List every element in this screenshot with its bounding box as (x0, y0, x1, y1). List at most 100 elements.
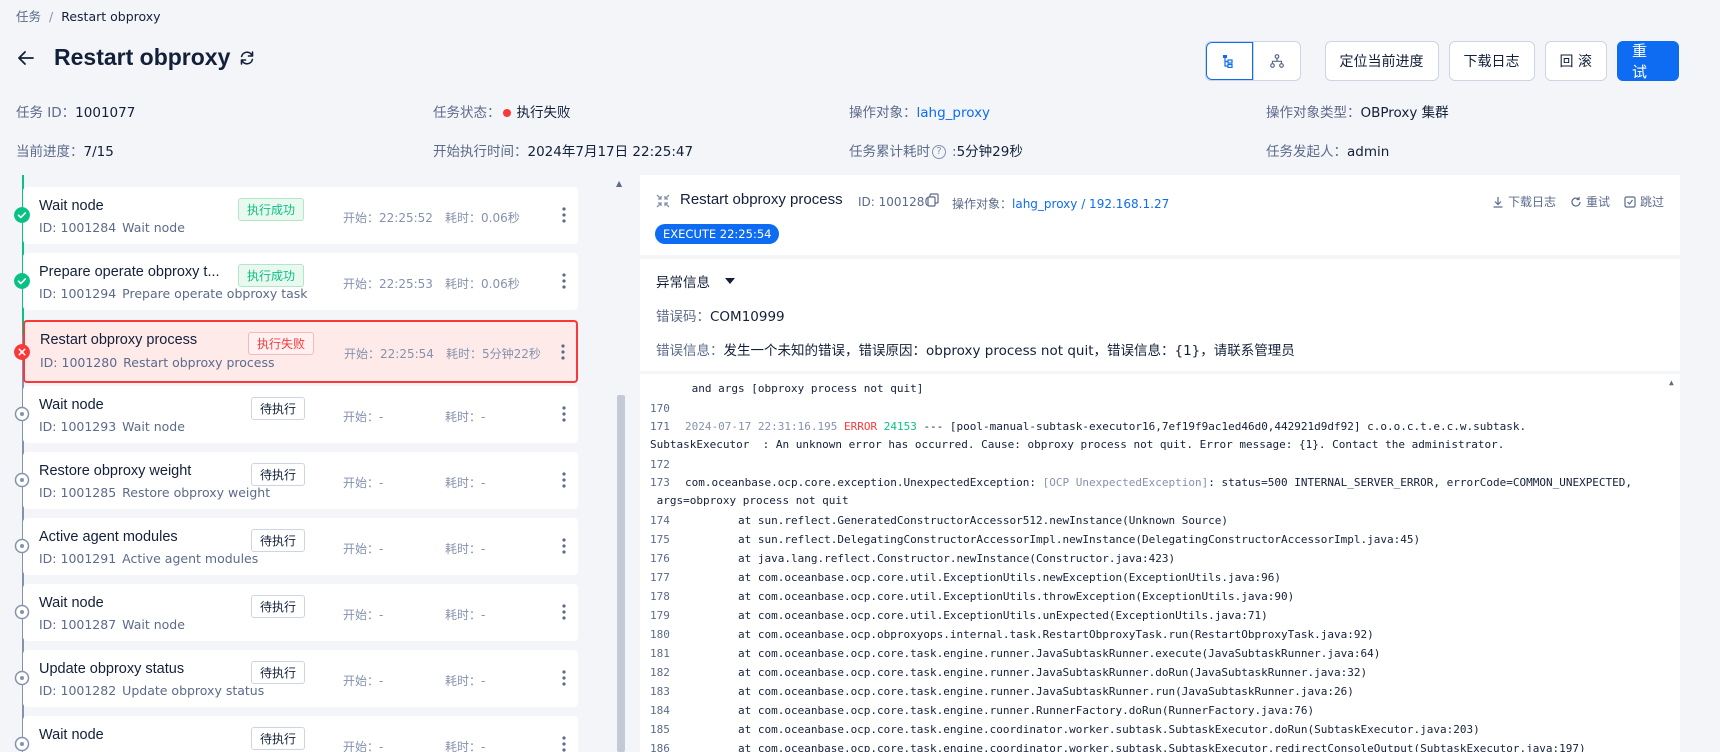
task-desc: Active agent modules (122, 551, 259, 566)
more-vertical-icon[interactable] (562, 670, 566, 686)
log-line: 170 (650, 402, 685, 415)
scrollbar-thumb[interactable] (617, 395, 625, 752)
error-code-label: 错误码： (656, 309, 710, 325)
page-title: Restart obproxy (54, 44, 231, 70)
task-item[interactable]: Wait node 执行成功 ID: 1001284 Wait node 开始：2… (14, 187, 578, 244)
task-duration-value: - (481, 740, 486, 752)
task-id-value: ID: 1001280 (40, 355, 118, 370)
help-icon[interactable]: ? (932, 145, 946, 159)
locate-progress-button[interactable]: 定位当前进度 (1324, 41, 1439, 81)
task-start-value: - (379, 476, 384, 490)
more-vertical-icon[interactable] (562, 273, 566, 289)
task-name: Prepare operate obproxy t... (39, 264, 220, 280)
task-start: 开始：22:25:53 (343, 275, 433, 292)
task-duration-label: 耗时： (446, 347, 483, 361)
more-vertical-icon[interactable] (562, 207, 566, 223)
download-log-button[interactable]: 下载日志 (1448, 41, 1535, 81)
log-text: args=obproxy process not quit (650, 494, 849, 507)
task-start-label: 开始： (343, 476, 380, 490)
pending-circle-icon (14, 538, 30, 554)
error-info-box: 异常信息 错误码：COM10999 错误信息：发生一个未知的错误，错误原因：ob… (640, 259, 1680, 371)
retry-icon (1571, 196, 1581, 207)
log-line-number: 177 (650, 571, 670, 584)
more-vertical-icon[interactable] (562, 406, 566, 422)
log-line: 175 at sun.reflect.DelegatingConstructor… (650, 533, 1420, 546)
copy-icon[interactable] (926, 193, 940, 207)
status-badge: 待执行 (251, 727, 306, 750)
detail-retry-button[interactable]: 重试 (1570, 193, 1610, 210)
more-vertical-icon[interactable] (562, 472, 566, 488)
task-name: Wait node (39, 397, 104, 413)
task-item[interactable]: Update obproxy status 待执行 ID: 1001282 Upd… (14, 650, 578, 707)
task-start-value: 22:25:52 (379, 211, 433, 225)
task-duration-label: 耗时： (445, 476, 482, 490)
scroll-up-arrow-icon[interactable]: ▲ (616, 179, 622, 188)
log-text: : status=500 INTERNAL_SERVER_ERROR, erro… (1208, 476, 1633, 489)
scroll-up-arrow-icon[interactable]: ▲ (1669, 378, 1674, 387)
task-item[interactable]: Wait node 待执行 开始：- 耗时：- (14, 716, 578, 752)
task-duration-value: - (481, 674, 486, 688)
task-name: Update obproxy status (39, 661, 185, 677)
log-scrollbar[interactable]: ▲ (1666, 374, 1680, 752)
task-item[interactable]: Wait node 待执行 ID: 1001287 Wait node 开始：- … (14, 584, 578, 641)
breadcrumb-root[interactable]: 任务 (16, 9, 41, 24)
log-text: at com.oceanbase.ocp.core.task.engine.co… (685, 723, 1480, 736)
retry-button[interactable]: 重 试 (1617, 41, 1679, 81)
meta-progress-label: 当前进度： (16, 144, 84, 160)
flow-view-icon (1269, 54, 1284, 68)
collapse-icon[interactable] (656, 194, 670, 208)
meta-target-type-value: OBProxy 集群 (1360, 105, 1449, 121)
log-line-number: 176 (650, 552, 670, 565)
log-line-number: 172 (650, 458, 670, 471)
task-item[interactable]: Restore obproxy weight 待执行 ID: 1001285 Re… (14, 452, 578, 509)
task-duration-value: - (481, 410, 486, 424)
task-start: 开始：22:25:54 (344, 345, 434, 362)
detail-skip-label: 跳过 (1639, 195, 1664, 209)
detail-target-link[interactable]: lahg_proxy / 192.168.1.27 (1012, 197, 1169, 211)
meta-target-link[interactable]: lahg_proxy (917, 105, 991, 121)
log-line-number: 180 (650, 628, 670, 641)
log-text: at com.oceanbase.ocp.core.util.Exception… (685, 590, 1295, 603)
meta-progress: 当前进度：7/15 (16, 140, 114, 160)
meta-initiator-value: admin (1347, 144, 1390, 160)
task-start: 开始：- (343, 738, 383, 752)
more-vertical-icon[interactable] (562, 604, 566, 620)
rollback-button[interactable]: 回 滚 (1544, 41, 1607, 81)
detail-retry-label: 重试 (1585, 195, 1610, 209)
refresh-icon[interactable] (238, 49, 256, 67)
task-item[interactable]: Active agent modules 待执行 ID: 1001291 Acti… (14, 518, 578, 575)
meta-progress-value: 7/15 (83, 144, 114, 160)
error-code-value: COM10999 (710, 309, 785, 325)
error-message: 错误信息：发生一个未知的错误，错误原因：obproxy process not … (656, 339, 1295, 359)
more-vertical-icon[interactable] (562, 538, 566, 554)
task-item[interactable]: Prepare operate obproxy t... 执行成功 ID: 10… (14, 253, 578, 310)
meta-start-value: 2024年7月17日 22:25:47 (527, 144, 694, 160)
task-start: 开始：- (343, 540, 383, 557)
task-name: Wait node (39, 595, 104, 611)
back-arrow-icon[interactable] (16, 48, 36, 68)
more-vertical-icon[interactable] (561, 344, 565, 360)
list-view-button[interactable] (1205, 42, 1253, 80)
flow-view-button[interactable] (1252, 42, 1300, 80)
task-start-label: 开始： (343, 277, 380, 291)
log-pid: 24153 (877, 420, 924, 433)
task-start-label: 开始： (343, 608, 380, 622)
detail-header: Restart obproxy process ID: 1001280 操作对象… (640, 175, 1680, 255)
task-duration: 耗时：- (445, 474, 485, 491)
task-id-value: ID: 1001287 (39, 617, 117, 632)
detail-download-log-button[interactable]: 下载日志 (1492, 193, 1556, 210)
log-viewer[interactable]: and args [obproxy process not quit] 170 … (640, 374, 1680, 752)
task-start-value: 22:25:54 (380, 347, 434, 361)
task-item-failed[interactable]: Restart obproxy process 执行失败 ID: 1001280… (14, 320, 578, 383)
detail-skip-button[interactable]: 跳过 (1624, 193, 1664, 210)
meta-status-value: 执行失败 (516, 105, 571, 121)
task-id-value: ID: 1001291 (39, 551, 117, 566)
task-item[interactable]: Wait node 待执行 ID: 1001293 Wait node 开始：- … (14, 386, 578, 443)
task-list-scrollbar[interactable]: ▲ (615, 175, 627, 752)
more-vertical-icon[interactable] (562, 736, 566, 752)
error-info-toggle[interactable]: 异常信息 (656, 271, 736, 291)
breadcrumb-current: Restart obproxy (61, 9, 161, 24)
status-badge: 待执行 (251, 463, 306, 486)
task-id-value: ID: 1001282 (39, 683, 117, 698)
log-level: ERROR (843, 420, 878, 433)
